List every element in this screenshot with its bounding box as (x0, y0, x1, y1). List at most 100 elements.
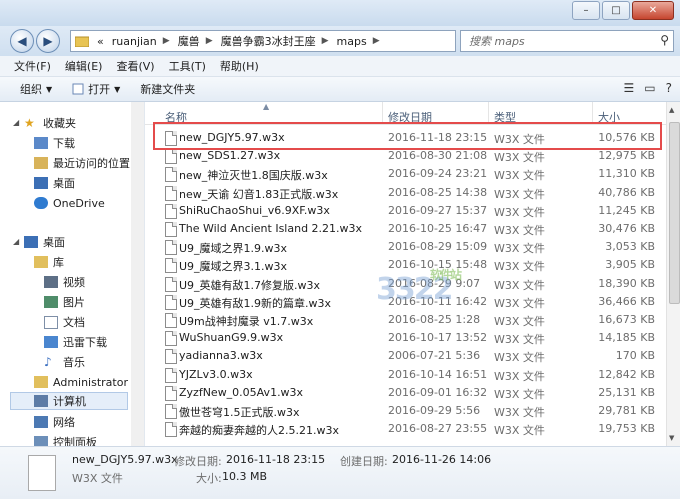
collapse-icon[interactable]: ◢ (13, 118, 19, 127)
scroll-thumb[interactable] (669, 122, 680, 304)
menu-view[interactable]: 查看(V) (116, 58, 154, 74)
chevron-right-icon[interactable]: ▶ (322, 36, 329, 46)
file-name: U9_英雄有敌1.7修复版.w3x (179, 278, 321, 292)
chevron-down-icon: ▼ (46, 84, 53, 94)
table-row[interactable]: yadianna3.w3x 2006-07-21 5:36 W3X 文件 170 KB (145, 347, 665, 365)
column-separator[interactable] (382, 102, 383, 124)
sidebar-scrollbar[interactable] (131, 102, 144, 446)
documents-icon (44, 315, 58, 329)
file-icon (165, 313, 177, 328)
watermark-text: 软件站 (430, 268, 462, 282)
file-size: 40,786 KB (598, 185, 655, 199)
vertical-scrollbar[interactable]: ▲ ▼ (666, 102, 680, 446)
scroll-down-icon[interactable]: ▼ (669, 434, 674, 442)
sidebar-item-favorites[interactable]: ★ 收藏夹 (24, 114, 76, 132)
breadcrumb-war3[interactable]: 魔兽争霸3冰封王座 (221, 33, 316, 49)
file-type: W3X 文件 (494, 296, 545, 310)
new-folder-label: 新建文件夹 (140, 83, 196, 96)
breadcrumb-maps[interactable]: maps (337, 35, 367, 48)
sidebar-item-onedrive[interactable]: OneDrive (34, 194, 105, 212)
minimize-icon[interactable]: – (572, 1, 600, 20)
details-size-value: 10.3 MB (222, 470, 268, 483)
control-panel-icon (34, 436, 48, 446)
file-name: yadianna3.w3x (179, 349, 263, 363)
menu-help[interactable]: 帮助(H) (220, 58, 259, 74)
sidebar-item-pictures[interactable]: 图片 (44, 293, 85, 311)
table-row[interactable]: YJZLv3.0.w3x 2016-10-14 16:51 W3X 文件 12,842… (145, 366, 665, 384)
chevron-right-icon[interactable]: ▶ (163, 36, 170, 46)
chevron-right-icon[interactable]: ▶ (206, 36, 213, 46)
column-separator[interactable] (488, 102, 489, 124)
file-type: W3X 文件 (494, 260, 545, 274)
organize-button[interactable]: 组织 ▼ (20, 81, 52, 97)
table-row[interactable]: WuShuanG9.9.w3x 2016-10-17 13:52 W3X 文件 14,… (145, 329, 665, 347)
back-button[interactable]: ◀ (10, 29, 34, 53)
collapse-icon[interactable]: ◢ (13, 237, 19, 246)
sidebar-label: 图片 (63, 296, 85, 309)
sidebar-item-desktop-root[interactable]: 桌面 (24, 233, 65, 251)
file-type: W3X 文件 (494, 387, 545, 401)
sidebar-item-downloads[interactable]: 下载 (34, 134, 75, 152)
table-row[interactable]: ZyzfNew_0.05Av1.w3x 2016-09-01 16:32 W3X 文… (145, 384, 665, 402)
sidebar-label: 文档 (63, 316, 85, 329)
sidebar-item-recent[interactable]: 最近访问的位置 (34, 154, 130, 172)
menu-tools[interactable]: 工具(T) (169, 58, 206, 74)
sidebar-item-control-panel[interactable]: 控制面板 (34, 433, 97, 446)
search-input[interactable]: 搜索 maps ⚲ (460, 30, 674, 52)
file-date: 2016-10-25 16:47 (388, 222, 488, 235)
preview-pane-icon[interactable]: ▭ (644, 81, 655, 95)
file-size: 3,053 KB (605, 240, 655, 254)
breadcrumb-moshou[interactable]: 魔兽 (178, 33, 200, 49)
file-name: new_神泣灭世1.8国庆版.w3x (179, 169, 328, 183)
breadcrumb-ruanjian[interactable]: ruanjian (112, 35, 157, 48)
maximize-icon[interactable]: □ (602, 1, 630, 20)
download-icon (34, 137, 48, 149)
sidebar-item-library[interactable]: 库 (34, 253, 64, 271)
details-modified-label: 修改日期: (174, 455, 222, 468)
menu-file[interactable]: 文件(F) (14, 58, 51, 74)
breadcrumb-overflow[interactable]: « (97, 35, 104, 48)
file-name: ZyzfNew_0.05Av1.w3x (179, 385, 304, 399)
view-options-icon[interactable]: ☰ (624, 81, 635, 95)
file-name: YJZLv3.0.w3x (179, 367, 253, 381)
address-bar[interactable]: « ruanjian ▶ 魔兽 ▶ 魔兽争霸3冰封王座 ▶ maps ▶ (70, 30, 456, 52)
open-button[interactable]: 打开 ▼ (72, 81, 120, 97)
table-row[interactable]: new_神泣灭世1.8国庆版.w3x 2016-09-24 23:21 W3X 文件… (145, 165, 665, 183)
sidebar-item-documents[interactable]: 文档 (44, 313, 85, 331)
sidebar-label: 库 (53, 256, 64, 269)
close-icon[interactable]: ✕ (632, 1, 674, 20)
table-row[interactable]: U9m战神封魔录 v1.7.w3x 2016-08-25 1:28 W3X 文件 16… (145, 311, 665, 329)
sidebar-item-network[interactable]: 网络 (34, 413, 75, 431)
details-size-label: 大小: (196, 472, 222, 485)
help-icon[interactable]: ? (666, 81, 672, 95)
search-icon[interactable]: ⚲ (660, 33, 669, 47)
sidebar-item-music[interactable]: ♪ 音乐 (44, 353, 85, 371)
forward-button[interactable]: ▶ (36, 29, 60, 53)
sidebar-item-computer[interactable]: 计算机 (10, 392, 128, 410)
table-row[interactable]: ShiRuChaoShui_v6.9XF.w3x 2016-09-27 15:37… (145, 202, 665, 220)
table-row[interactable]: 傲世苍穹1.5正式版.w3x 2016-09-29 5:56 W3X 文件 29,78… (145, 402, 665, 420)
view-controls: ☰ ▭ ? (614, 81, 672, 95)
sidebar-item-desktop[interactable]: 桌面 (34, 174, 75, 192)
chevron-right-icon[interactable]: ▶ (373, 36, 380, 46)
scroll-up-icon[interactable]: ▲ (669, 106, 674, 114)
organize-label: 组织 (20, 83, 42, 96)
table-row[interactable]: new_天谕 幻音1.83正式版.w3x 2016-08-25 14:38 W3X … (145, 184, 665, 202)
table-row[interactable]: 奔越的痴妻奔越的人2.5.21.w3x 2016-08-27 23:55 W3X 文… (145, 420, 665, 438)
file-icon (165, 203, 177, 219)
menu-edit[interactable]: 编辑(E) (65, 58, 103, 74)
sidebar-label: 桌面 (43, 236, 65, 249)
file-size: 36,466 KB (598, 294, 655, 308)
file-name: new_天谕 幻音1.83正式版.w3x (179, 187, 339, 201)
sidebar-item-xunlei[interactable]: 迅雷下载 (44, 333, 107, 351)
sidebar-label: 迅雷下载 (63, 336, 107, 349)
file-icon (165, 294, 177, 310)
sidebar-item-administrator[interactable]: Administrator (34, 373, 128, 391)
table-row[interactable]: The Wild Ancient Island 2.21.w3x 2016-10-… (145, 220, 665, 238)
file-size: 16,673 KB (598, 313, 655, 326)
column-separator[interactable] (592, 102, 593, 124)
new-folder-button[interactable]: 新建文件夹 (140, 81, 195, 97)
file-type: W3X 文件 (494, 169, 545, 183)
sidebar-item-videos[interactable]: 视频 (44, 273, 85, 291)
table-row[interactable]: U9_魔域之界1.9.w3x 2016-08-29 15:09 W3X 文件 3,05… (145, 238, 665, 256)
